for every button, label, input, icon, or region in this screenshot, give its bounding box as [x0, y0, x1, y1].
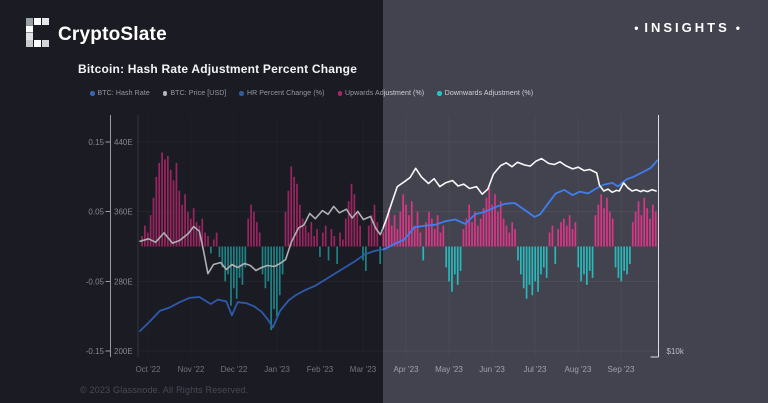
legend-item-label: Downwards Adjustment (%) [444, 90, 534, 97]
legend-item-downwards-adjustment[interactable]: Downwards Adjustment (%) [437, 90, 533, 97]
legend-dot-icon [437, 91, 442, 96]
legend-item-label: BTC: Price [USD] [170, 90, 227, 97]
price-tick-label: $10k [667, 347, 685, 356]
pct-tick-label: 0.15 [88, 138, 104, 147]
legend-item-label: Upwards Adjustment (%) [345, 90, 425, 97]
month-tick-label: Jun '23 [479, 365, 505, 374]
hash-tick-label: 200E [114, 347, 133, 356]
pct-tick-label: -0.05 [86, 277, 105, 286]
month-tick-label: Dec '22 [221, 365, 248, 374]
legend-dot-icon [90, 91, 95, 96]
chart-canvas[interactable]: 0.15 0.05 -0.05 -0.15 440E 360E 280E 200E $10k Oc… [0, 0, 768, 403]
month-tick-label: Jul '23 [524, 365, 547, 374]
legend-item-btc-price-usd[interactable]: BTC: Price [USD] [162, 90, 227, 97]
copyright-text: © 2023 Glassnode. All Rights Reserved. [80, 385, 249, 395]
month-tick-label: Apr '23 [393, 365, 419, 374]
month-tick-label: Nov '22 [178, 365, 205, 374]
month-tick-label: Aug '23 [565, 365, 592, 374]
hash-tick-label: 440E [114, 138, 133, 147]
page-title: Bitcoin: Hash Rate Adjustment Percent Ch… [78, 62, 358, 76]
cryptoslate-logo-icon [26, 18, 49, 52]
month-tick-label: Sep '23 [608, 365, 635, 374]
insights-badge: • INSIGHTS • [628, 20, 746, 35]
legend-dot-icon [239, 91, 244, 96]
hash-tick-label: 360E [114, 208, 133, 217]
month-tick-label: Feb '23 [307, 365, 334, 374]
hash-tick-label: 280E [114, 277, 133, 286]
legend-item-label: BTC: Hash Rate [97, 90, 150, 97]
month-tick-label: May '23 [435, 365, 463, 374]
month-tick-label: Oct '22 [135, 365, 161, 374]
insights-label: INSIGHTS [644, 20, 730, 35]
pct-tick-label: -0.15 [86, 347, 105, 356]
brand-header: CryptoSlate [26, 18, 167, 52]
bullet-right-icon: • [735, 21, 740, 35]
upwards-adjustment-bars [141, 152, 657, 247]
month-tick-label: Jan '23 [264, 365, 290, 374]
legend-dot-icon [337, 91, 343, 96]
month-tick-label: Mar '23 [350, 365, 377, 374]
downwards-adjustment-bars [210, 246, 631, 331]
brand-name: CryptoSlate [58, 24, 167, 45]
legend-item-label: HR Percent Change (%) [246, 90, 325, 97]
legend-item-upwards-adjustment[interactable]: Upwards Adjustment (%) [337, 90, 425, 97]
legend-dot-icon [162, 91, 168, 96]
chart-legend: BTC: Hash Rate BTC: Price [USD] HR Percent… [90, 90, 533, 97]
pct-tick-label: 0.05 [88, 208, 104, 217]
legend-item-hr-percent-change[interactable]: HR Percent Change (%) [239, 90, 324, 97]
bullet-left-icon: • [634, 21, 639, 35]
legend-item-btc-hash-rate[interactable]: BTC: Hash Rate [90, 90, 150, 97]
